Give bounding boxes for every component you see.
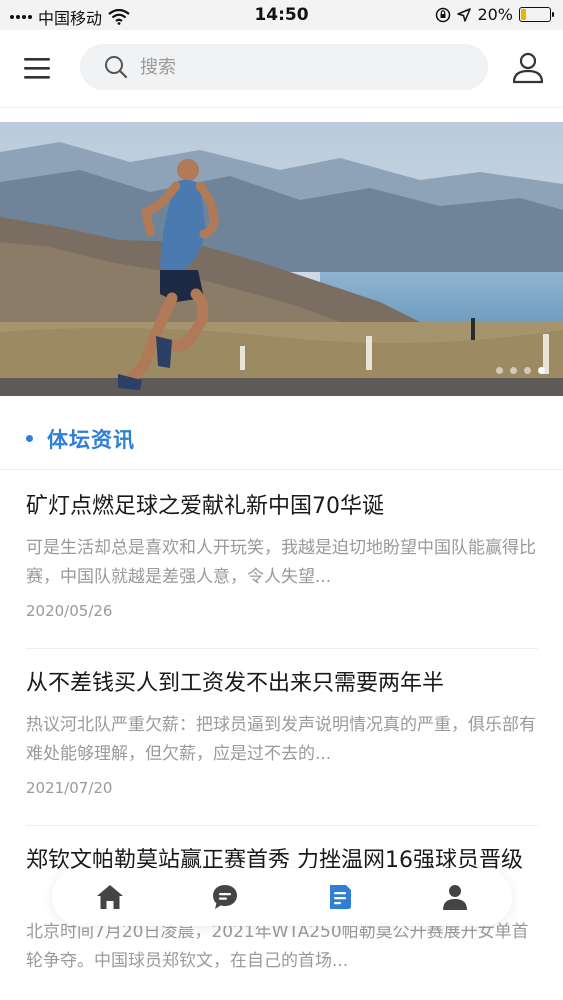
status-bar: 中国移动 14:50 20% xyxy=(0,0,563,30)
banner-image xyxy=(0,122,563,396)
news-item[interactable]: 从不差钱买人到工资发不出来只需要两年半 热议河北队严重欠薪：把球员逼到发声说明情… xyxy=(26,649,538,826)
news-item[interactable]: 矿灯点燃足球之爱献礼新中国70华诞 可是生活却总是喜欢和人开玩笑，我越是迫切地盼… xyxy=(26,472,538,649)
carousel-dot[interactable] xyxy=(524,367,531,374)
home-icon xyxy=(96,885,123,909)
search-input[interactable] xyxy=(140,56,440,78)
bottom-tab-bar xyxy=(52,868,512,926)
news-document-icon xyxy=(329,885,351,909)
user-profile-icon[interactable] xyxy=(510,50,546,86)
person-icon xyxy=(442,885,467,910)
tab-profile[interactable] xyxy=(425,872,485,922)
banner-carousel[interactable] xyxy=(0,122,563,396)
section-bullet-icon xyxy=(26,435,33,442)
tab-messages[interactable] xyxy=(195,872,255,922)
hamburger-menu-icon[interactable] xyxy=(22,52,54,84)
chat-bubble-icon xyxy=(212,885,237,909)
news-summary: 可是生活却总是喜欢和人开玩笑，我越是迫切地盼望中国队能赢得比赛，中国队就越是差强… xyxy=(26,538,536,587)
news-date: 2021/07/20 xyxy=(26,779,113,797)
app-header xyxy=(0,30,563,108)
carousel-dot[interactable] xyxy=(496,367,503,374)
news-summary: 热议河北队严重欠薪：把球员逼到发声说明情况真的严重，俱乐部有难处能够理解，但欠薪… xyxy=(26,715,536,764)
tab-news[interactable] xyxy=(310,872,370,922)
orientation-lock-icon xyxy=(436,7,451,22)
battery-icon xyxy=(519,7,554,22)
carousel-indicator[interactable] xyxy=(496,367,545,374)
news-summary: 北京时间7月20日凌晨，2021年WTA250帕勒莫公开赛展开女单首轮争夺。中国… xyxy=(26,922,529,971)
news-title: 从不差钱买人到工资发不出来只需要两年半 xyxy=(26,671,445,696)
news-title: 矿灯点燃足球之爱献礼新中国70华诞 xyxy=(26,494,384,519)
section-title: 体坛资讯 xyxy=(47,427,135,452)
search-bar[interactable] xyxy=(80,44,488,90)
tab-home[interactable] xyxy=(80,872,140,922)
news-date: 2020/05/26 xyxy=(26,602,113,620)
carousel-dot[interactable] xyxy=(538,367,545,374)
battery-percent: 20% xyxy=(477,5,513,24)
location-arrow-icon xyxy=(457,7,472,22)
search-icon xyxy=(105,56,128,79)
section-header: 体坛资讯 xyxy=(0,408,563,470)
carousel-dot[interactable] xyxy=(510,367,517,374)
status-right: 20% xyxy=(435,5,554,24)
battery-fill xyxy=(521,9,527,20)
